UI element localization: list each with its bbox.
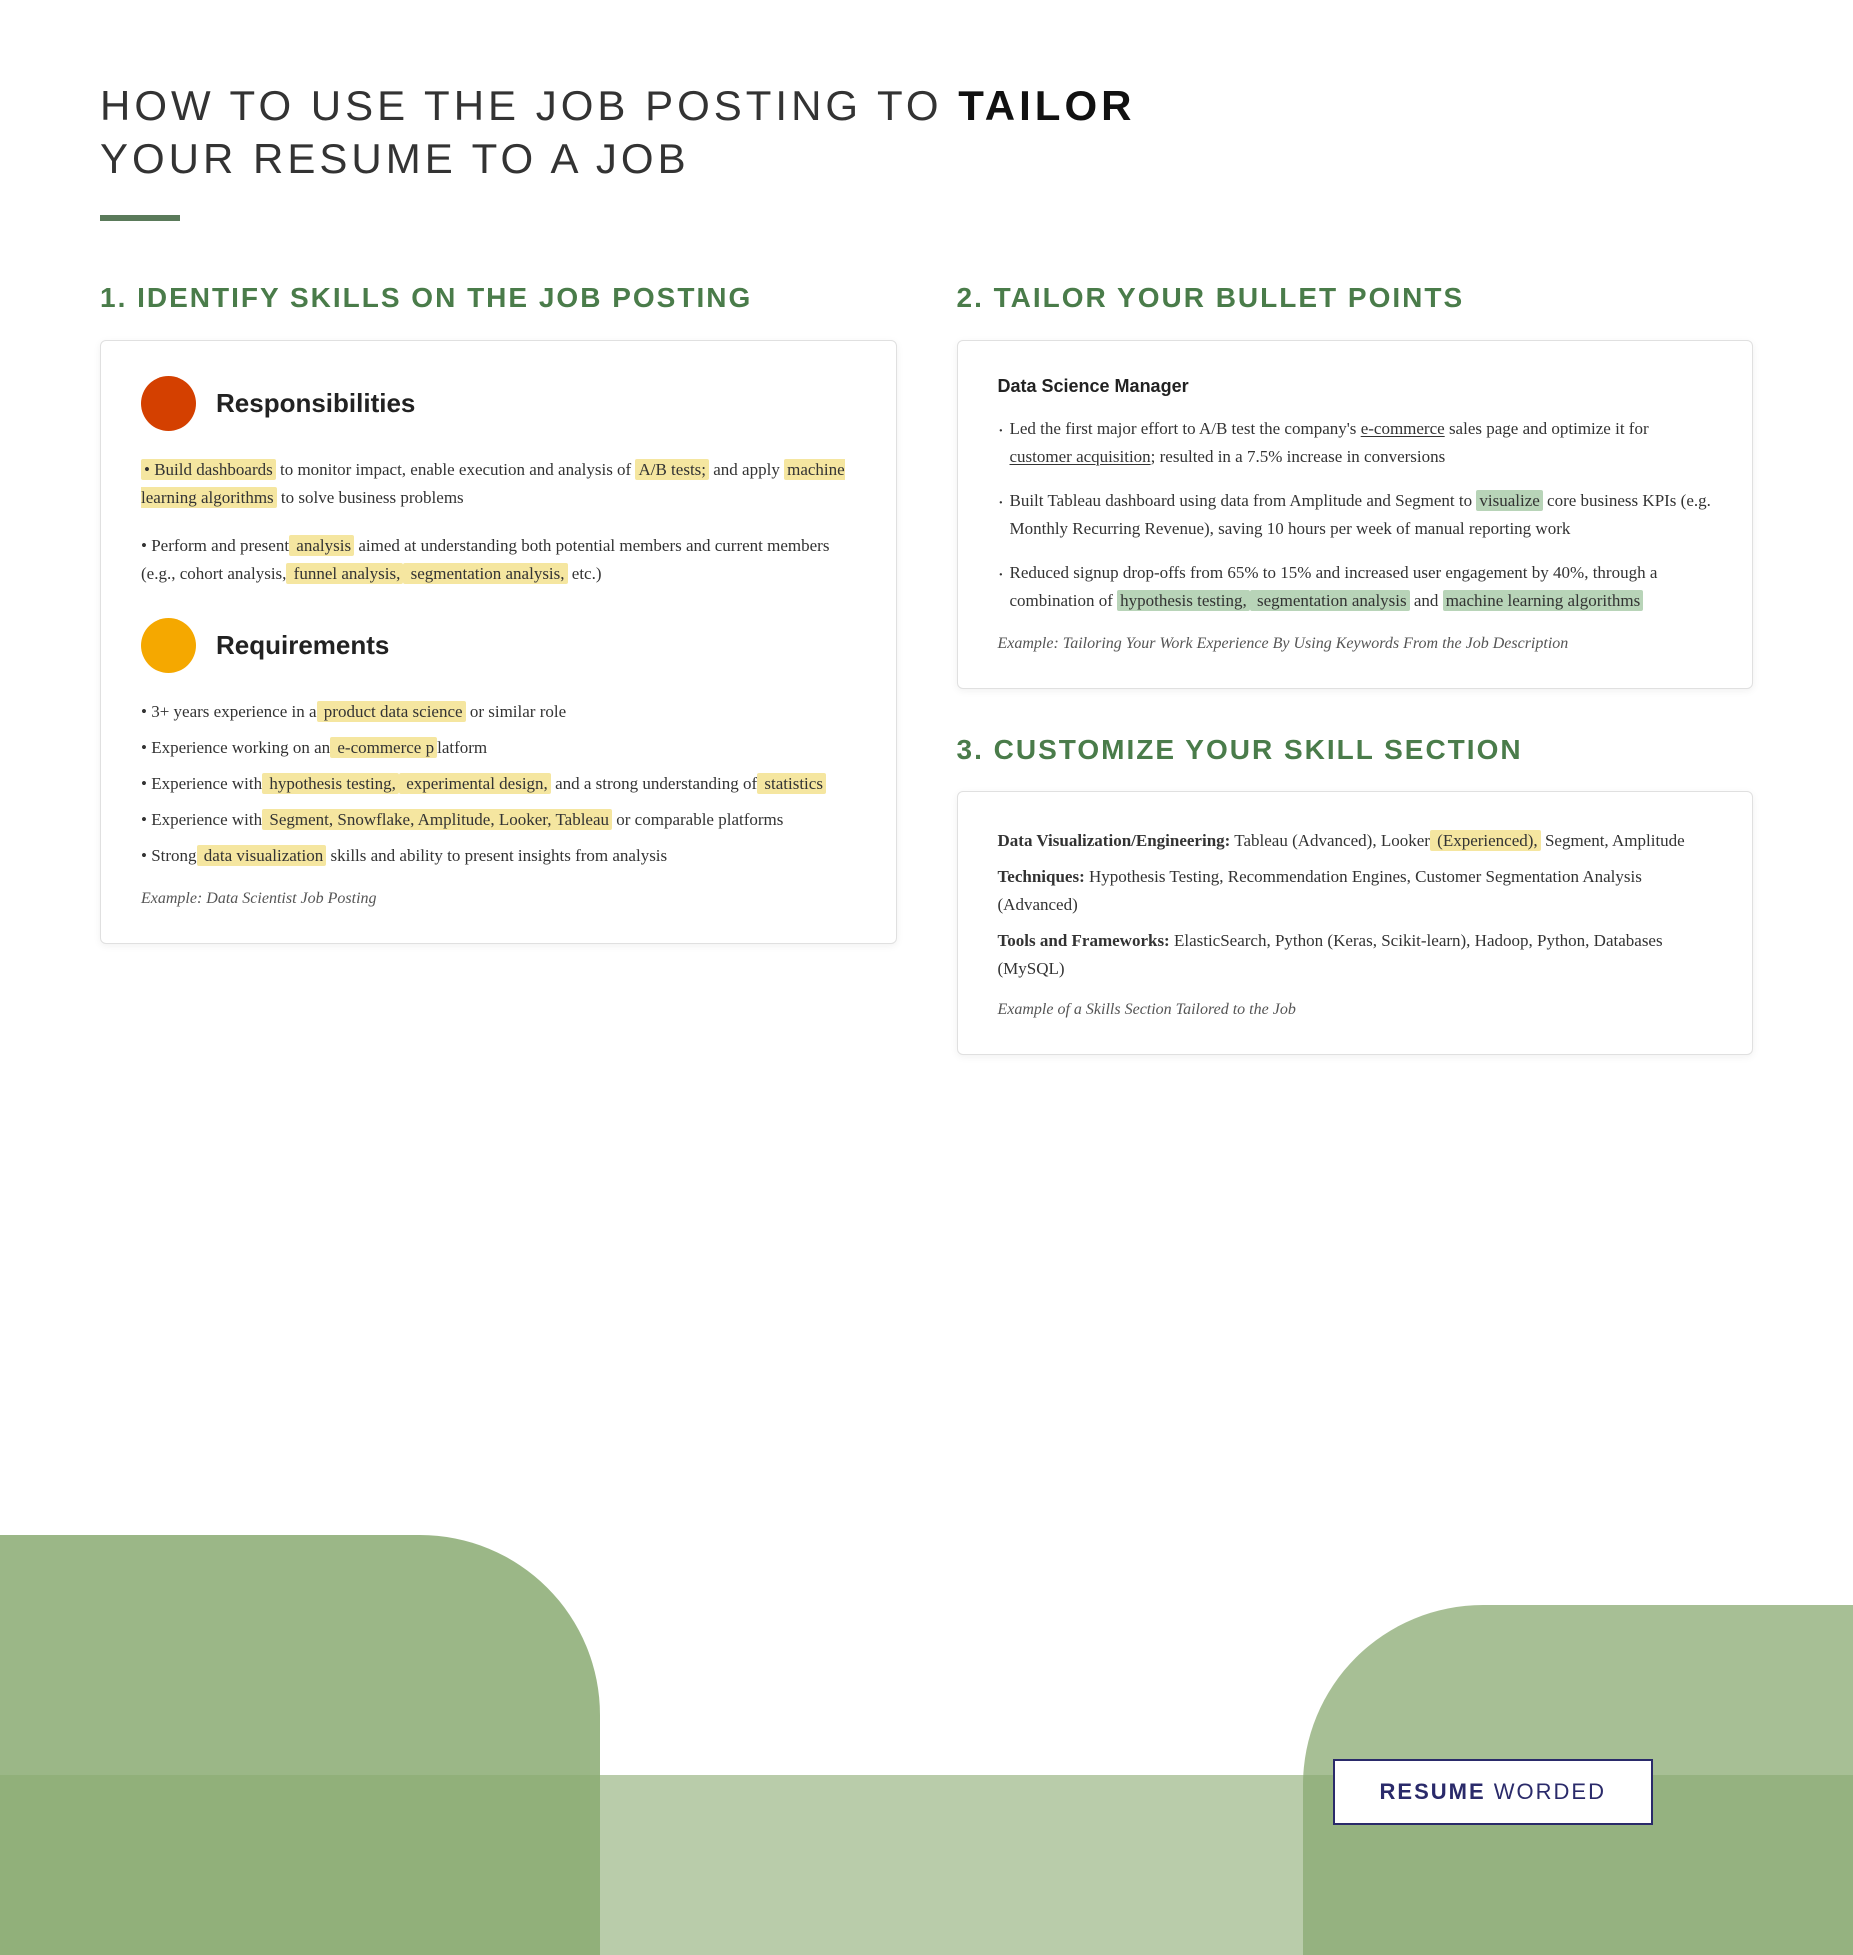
resume-bold: RESUME [1380,1779,1486,1804]
section1-card: Responsibilities • Build dashboards to m… [100,340,897,944]
section3-card: Data Visualization/Engineering: Tableau … [957,791,1754,1055]
section2-card: Data Science Manager Led the first major… [957,340,1754,689]
title-underline [100,215,180,221]
requirements-label: Requirements [216,630,389,661]
yellow-circle-icon [141,618,196,673]
highlight-product-data-science: product data science [317,701,466,722]
resume-worded-text: RESUME WORDED [1380,1779,1606,1804]
responsibilities-header: Responsibilities [141,376,856,431]
responsibilities-para2: • Perform and present analysis aimed at … [141,532,856,588]
worded-text: WORDED [1486,1779,1606,1804]
req-item-2: • Experience working on an e-commerce pl… [141,734,856,762]
highlight-visualize: visualize [1476,490,1542,511]
req-item-5: • Strong data visualization skills and a… [141,842,856,870]
section3-title: 3. CUSTOMIZE YOUR SKILL SECTION [957,734,1754,766]
requirements-header: Requirements [141,618,856,673]
skills-line-3: Tools and Frameworks: ElasticSearch, Pyt… [998,927,1713,983]
underline-customer-acq: customer acquisition [1010,447,1151,466]
highlight-funnel: funnel analysis, [286,563,403,584]
highlight-tools: Segment, Snowflake, Amplitude, Looker, T… [262,809,612,830]
highlight-statistics: statistics [757,773,826,794]
skills-line-2: Techniques: Hypothesis Testing, Recommen… [998,863,1713,919]
section2-title: 2. TAILOR YOUR BULLET POINTS [957,281,1754,315]
responsibilities-label: Responsibilities [216,388,415,419]
highlight-hypothesis: hypothesis testing, [262,773,399,794]
skills-line-1: Data Visualization/Engineering: Tableau … [998,827,1713,855]
left-column: 1. IDENTIFY SKILLS ON THE JOB POSTING Re… [100,281,897,984]
two-column-layout: 1. IDENTIFY SKILLS ON THE JOB POSTING Re… [100,281,1753,1055]
bullet-point-3: Reduced signup drop-offs from 65% to 15%… [998,559,1713,615]
section3-example: Example of a Skills Section Tailored to … [998,1001,1713,1019]
green-left-bg [0,1535,600,1955]
highlight-ml-algo: machine learning algorithms [1443,590,1644,611]
bullet-point-2: Built Tableau dashboard using data from … [998,487,1713,543]
req-item-1: • 3+ years experience in a product data … [141,698,856,726]
right-column: 2. TAILOR YOUR BULLET POINTS Data Scienc… [957,281,1754,1055]
highlight-ab-tests: A/B tests; [635,459,709,480]
highlight-analysis: analysis [289,535,354,556]
highlight-seg-analysis: segmentation analysis [1250,590,1410,611]
highlight-hypothesis-testing: hypothesis testing, [1117,590,1250,611]
highlight-build-dashboards: • Build dashboards [141,459,276,480]
responsibilities-para1: • Build dashboards to monitor impact, en… [141,456,856,512]
bullet-point-1: Led the first major effort to A/B test t… [998,415,1713,471]
highlight-ecommerce: e-commerce p [330,737,437,758]
highlight-experimental: experimental design, [399,773,551,794]
req-item-4: • Experience with Segment, Snowflake, Am… [141,806,856,834]
highlight-data-viz: data visualization [197,845,327,866]
section1-title: 1. IDENTIFY SKILLS ON THE JOB POSTING [100,281,897,315]
requirements-section: Requirements • 3+ years experience in a … [141,618,856,870]
section1-example: Example: Data Scientist Job Posting [141,890,856,908]
job-title: Data Science Manager [998,376,1713,397]
background-decorations [0,1455,1853,1955]
red-circle-icon [141,376,196,431]
main-content: HOW TO USE THE JOB POSTING TO TAILOR YOU… [0,0,1853,1055]
page-title: HOW TO USE THE JOB POSTING TO TAILOR YOU… [100,80,1753,185]
highlight-looker-exp: (Experienced), [1430,830,1541,851]
highlight-segmentation: segmentation analysis, [403,563,567,584]
resume-worded-box: RESUME WORDED [1333,1759,1653,1825]
underline-ecommerce: e-commerce [1361,419,1445,438]
req-item-3: • Experience with hypothesis testing, ex… [141,770,856,798]
section2-example: Example: Tailoring Your Work Experience … [998,635,1713,653]
